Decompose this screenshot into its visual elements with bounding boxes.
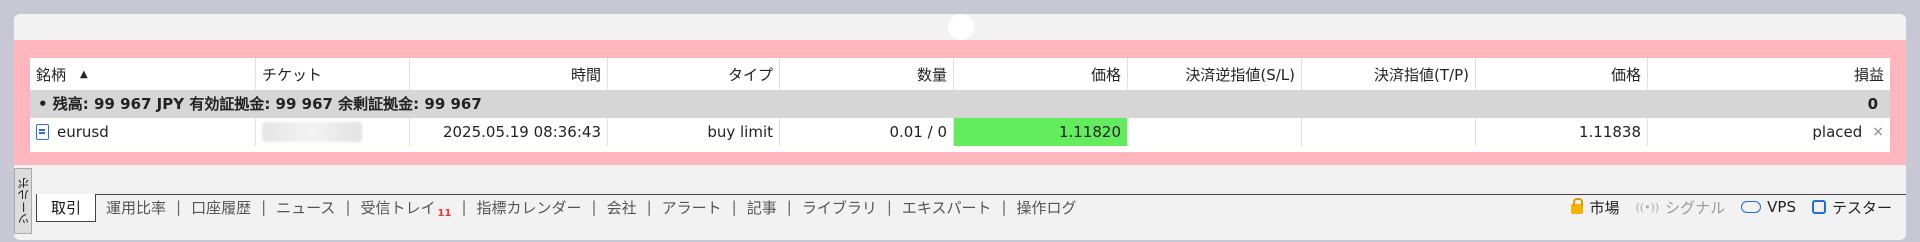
cell-price[interactable]: 1.11820	[954, 118, 1128, 146]
trade-table: 銘柄 ▲ チケット 時間 タイプ 数量 価格 決済逆指値(S/L) 決済指値(T…	[30, 58, 1890, 152]
summary-profit: 0	[1867, 95, 1878, 113]
tab-calendar[interactable]: 指標カレンダー	[467, 194, 592, 220]
tab-articles[interactable]: 記事	[737, 194, 787, 220]
market-button[interactable]: 市場	[1571, 197, 1619, 218]
col-current-price[interactable]: 価格	[1476, 58, 1648, 90]
tab-exposure[interactable]: 運用比率	[96, 194, 176, 220]
col-profit[interactable]: 損益	[1648, 58, 1890, 90]
cell-volume: 0.01 / 0	[780, 118, 954, 146]
sort-asc-icon: ▲	[80, 68, 88, 80]
tab-library[interactable]: ライブラリ	[792, 194, 887, 220]
close-order-icon[interactable]: ×	[1872, 124, 1884, 140]
col-time[interactable]: 時間	[410, 58, 608, 90]
col-volume[interactable]: 数量	[780, 58, 954, 90]
right-toolbar: 市場 ((•)) シグナル VPS テスター	[1571, 194, 1892, 220]
vps-button[interactable]: VPS	[1741, 198, 1796, 216]
order-doc-icon	[36, 124, 49, 140]
table-header: 銘柄 ▲ チケット 時間 タイプ 数量 価格 決済逆指値(S/L) 決済指値(T…	[30, 58, 1890, 91]
account-summary-text: • 残高: 99 967 JPY 有効証拠金: 99 967 余剰証拠金: 99…	[38, 95, 482, 113]
col-ticket[interactable]: チケット	[256, 58, 410, 90]
tab-mailbox[interactable]: 受信トレイ 11	[351, 194, 462, 220]
tab-history[interactable]: 口座履歴	[181, 194, 261, 220]
cell-sl[interactable]	[1128, 118, 1302, 146]
toolbox-side-tab[interactable]: ツールボ	[14, 168, 32, 234]
cell-current-price: 1.11838	[1476, 118, 1648, 146]
col-sl[interactable]: 決済逆指値(S/L)	[1128, 58, 1302, 90]
col-symbol[interactable]: 銘柄 ▲	[30, 58, 256, 90]
bottom-tab-bar: 取引 運用比率 | 口座履歴 | ニュース | 受信トレイ 11 | 指標カレン…	[36, 194, 1906, 240]
signal-icon: ((•))	[1635, 200, 1660, 214]
col-tp[interactable]: 決済指値(T/P)	[1302, 58, 1476, 90]
tab-experts[interactable]: エキスパート	[892, 194, 1002, 220]
table-row[interactable]: eurusd 2025.05.19 08:36:43 buy limit 0.0…	[30, 118, 1890, 146]
tab-list: 取引 運用比率 | 口座履歴 | ニュース | 受信トレイ 11 | 指標カレン…	[36, 194, 1087, 224]
col-price[interactable]: 価格	[954, 58, 1128, 90]
tab-journal[interactable]: 操作ログ	[1007, 194, 1087, 220]
account-summary-row[interactable]: • 残高: 99 967 JPY 有効証拠金: 99 967 余剰証拠金: 99…	[30, 90, 1890, 118]
tab-news[interactable]: ニュース	[266, 194, 345, 220]
cell-time: 2025.05.19 08:36:43	[410, 118, 608, 146]
cell-ticket	[256, 118, 410, 146]
tab-company[interactable]: 会社	[597, 194, 647, 220]
cloud-icon	[1741, 201, 1762, 213]
mailbox-count-badge: 11	[437, 207, 452, 219]
cell-type: buy limit	[608, 118, 780, 146]
tester-button[interactable]: テスター	[1811, 197, 1892, 218]
chip-icon	[1811, 200, 1826, 214]
tab-alerts[interactable]: アラート	[652, 194, 732, 220]
cell-tp[interactable]	[1302, 118, 1476, 146]
bag-icon	[1571, 198, 1584, 214]
cell-status: placed ×	[1812, 123, 1884, 141]
cell-symbol: eurusd	[30, 118, 256, 146]
camera-notch	[948, 14, 974, 40]
signals-button[interactable]: ((•)) シグナル	[1635, 197, 1725, 218]
tab-trade[interactable]: 取引	[36, 194, 97, 222]
col-type[interactable]: タイプ	[608, 58, 780, 90]
ticket-redacted	[262, 122, 362, 142]
